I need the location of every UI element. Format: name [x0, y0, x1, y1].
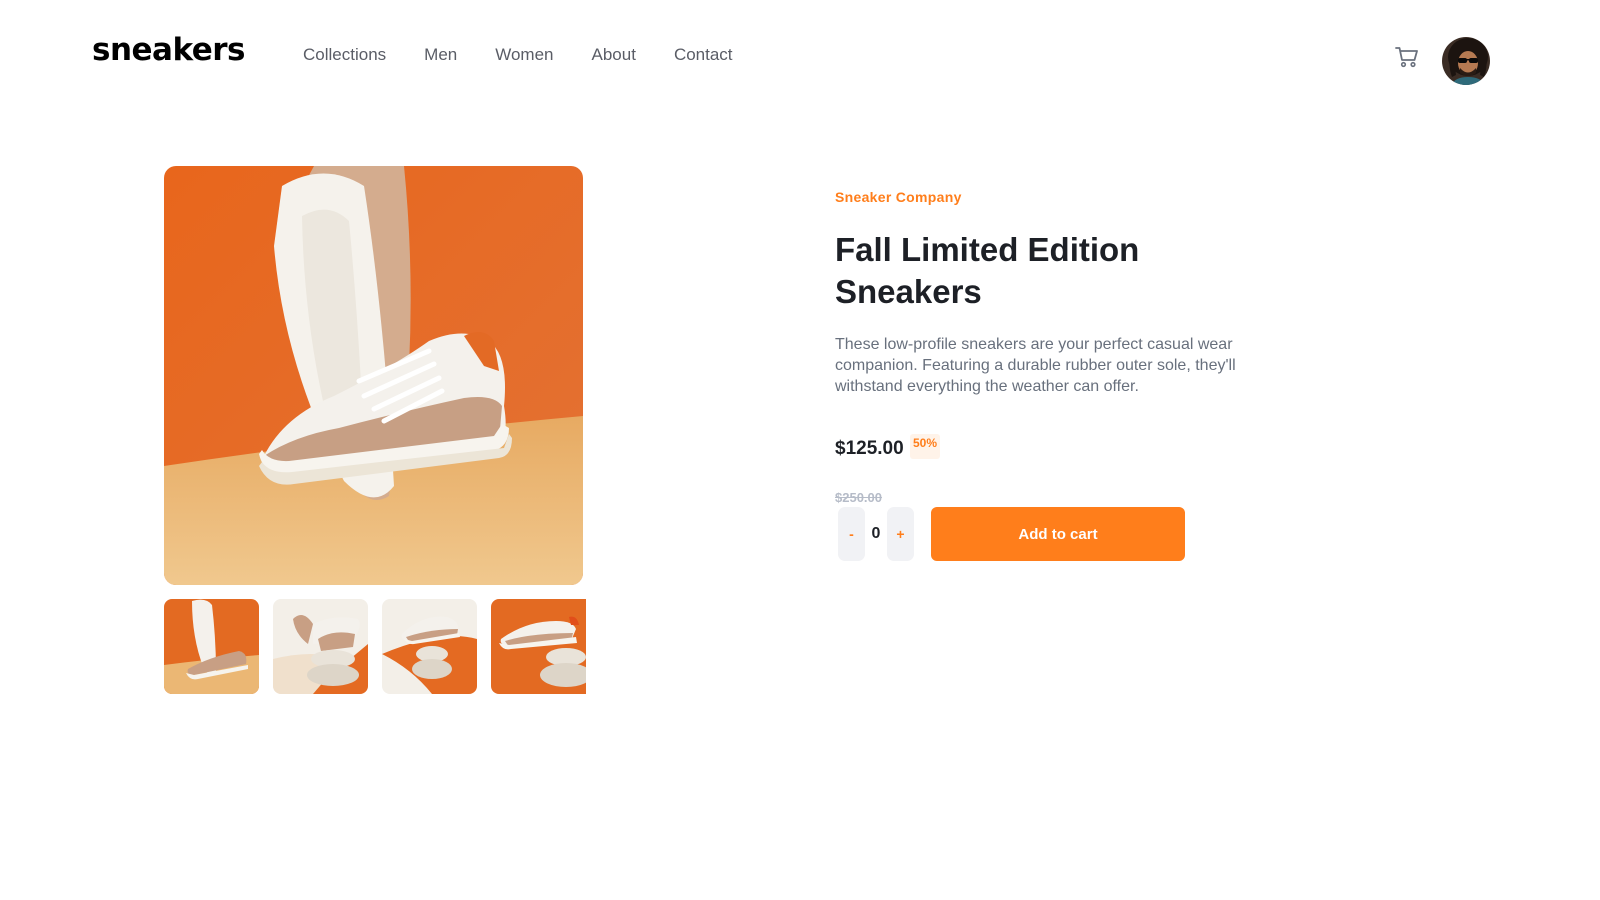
quantity-value: 0 [871, 525, 881, 542]
original-price: $250.00 [835, 490, 882, 505]
product-title: Fall Limited Edition Sneakers [835, 231, 1140, 310]
thumbnail-1[interactable] [164, 599, 259, 694]
quantity-stepper: - 0 + [838, 507, 914, 561]
thumbnail-2[interactable] [273, 599, 368, 694]
main-nav: Collections Men Women About Contact [303, 45, 771, 65]
thumbnail-strip [164, 599, 586, 694]
nav-men[interactable]: Men [424, 45, 457, 65]
logo[interactable]: sneakers [92, 32, 246, 68]
main-product-image[interactable] [164, 166, 583, 585]
nav-about[interactable]: About [592, 45, 636, 65]
company-name: Sneaker Company [835, 189, 962, 205]
nav-women[interactable]: Women [495, 45, 553, 65]
decrease-quantity-button[interactable]: - [838, 507, 865, 561]
thumbnail-3[interactable] [382, 599, 477, 694]
product-description: These low-profile sneakers are your perf… [835, 336, 1236, 395]
increase-quantity-button[interactable]: + [887, 507, 914, 561]
current-price: $125.00 [835, 438, 904, 459]
nav-contact[interactable]: Contact [674, 45, 733, 65]
discount-badge: 50% [910, 434, 941, 459]
cart-icon[interactable] [1395, 46, 1419, 68]
add-to-cart-button[interactable]: Add to cart [931, 507, 1185, 561]
user-avatar[interactable] [1440, 35, 1492, 87]
thumbnail-4[interactable] [491, 599, 586, 694]
nav-collections[interactable]: Collections [303, 45, 386, 65]
